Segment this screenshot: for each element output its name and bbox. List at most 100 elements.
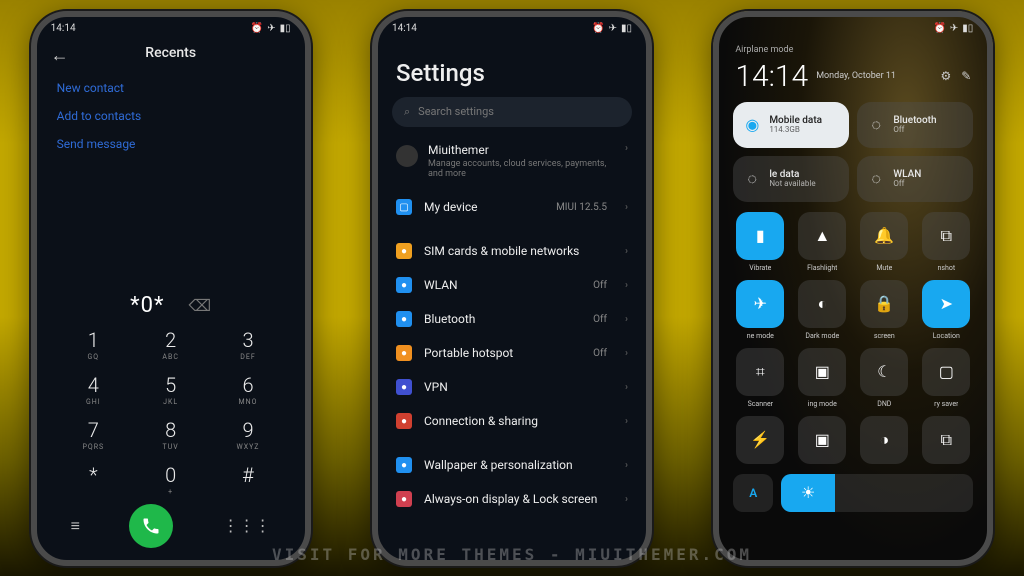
settings-row[interactable]: ●BluetoothOff› [378,302,646,336]
wallpaper-icon: ● [396,457,412,473]
gear-icon[interactable]: ⚙ [940,69,951,83]
my-device-row[interactable]: ▢ My device MIUI 12.5.5 › [378,190,646,224]
dnd-icon: ☾ [860,348,908,396]
dialkey-0[interactable]: 0+ [132,463,209,496]
hotspot-icon: ● [396,345,412,361]
settings-row[interactable]: ●Wallpaper & personalization› [378,448,646,482]
dialed-number: *0* [130,293,164,318]
extra-float-icon[interactable]: ⧉ [919,416,973,464]
dialkey-2[interactable]: 2ABC [132,328,209,361]
alarm-icon: ⏰ [592,23,604,34]
quick-lock-icon[interactable]: 🔒screen [857,280,911,340]
quick-mute-icon[interactable]: 🔔Mute [857,212,911,272]
row-label: WLAN [424,278,581,292]
alarm-icon: ⏰ [251,23,263,34]
settings-row[interactable]: ●SIM cards & mobile networks› [378,234,646,268]
statusbar: 14:14 ⏰ ✈ ▮▯ [37,17,305,41]
backspace-icon[interactable]: ⌫ [189,296,212,315]
power-icon: ⚡ [736,416,784,464]
menu-icon[interactable]: ≡ [71,516,80,536]
airplane-icon: ✈ [267,23,275,34]
call-button[interactable] [129,504,173,548]
tile-mobile-data[interactable]: ◉Mobile data114.3GB [733,102,849,148]
darkmode-icon: ◐ [798,280,846,328]
tile-wlan[interactable]: ◌WLANOff [857,156,973,202]
quick-vibrate-icon[interactable]: ▮Vibrate [733,212,787,272]
status-time: 14:14 [392,23,417,34]
connection-icon: ● [396,413,412,429]
quick-reading-icon[interactable]: ▣ing mode [795,348,849,408]
account-name: Miuithemer [428,143,608,157]
extra-tiles: ⚡▣◑⧉ [719,408,987,464]
vpn-icon: ● [396,379,412,395]
dialkey-3[interactable]: 3DEF [209,328,286,361]
quick-flashlight-icon[interactable]: ▲Flashlight [795,212,849,272]
quick-scanner-icon[interactable]: ⌗Scanner [733,348,787,408]
tile-le-data[interactable]: ◌le dataNot available [733,156,849,202]
data-icon: ◌ [743,170,761,188]
chevron-right-icon: › [625,494,628,505]
screenshot-icon: ⧉ [922,212,970,260]
bluetooth-icon: ● [396,311,412,327]
chevron-right-icon: › [625,460,628,471]
settings-row[interactable]: ●Always-on display & Lock screen› [378,482,646,516]
row-value: Off [593,314,607,325]
settings-row[interactable]: ●VPN› [378,370,646,404]
phone-control-center: ⏰ ✈ ▮▯ Airplane mode 14:14 Monday, Octob… [713,11,993,566]
account-row[interactable]: Miuithemer Manage accounts, cloud servic… [378,137,646,191]
status-icons: ⏰ ✈ ▮▯ [933,23,973,34]
auto-brightness-button[interactable]: A [733,474,773,512]
scanner-icon: ⌗ [736,348,784,396]
dialkey-1[interactable]: 1GQ [55,328,132,361]
row-label: SIM cards & mobile networks [424,244,613,258]
quick-airplane-icon[interactable]: ✈ne mode [733,280,787,340]
page-title: Recents [37,41,305,61]
battery-icon: ▢ [922,348,970,396]
extra-invert-icon[interactable]: ◑ [857,416,911,464]
aod-icon: ● [396,491,412,507]
dialkey-4[interactable]: 4GHI [55,373,132,406]
settings-row[interactable]: ●WLANOff› [378,268,646,302]
status-icons: ⏰ ✈ ▮▯ [251,23,291,34]
quick-darkmode-icon[interactable]: ◐Dark mode [795,280,849,340]
dialkey-7[interactable]: 7PQRS [55,418,132,451]
quick-tiles: ▮Vibrate▲Flashlight🔔Mute⧉nshot ✈ne mode◐D… [719,202,987,408]
row-label: Connection & sharing [424,414,613,428]
row-label: My device [424,200,544,214]
alarm-icon: ⏰ [933,23,945,34]
airplane-icon: ✈ [736,280,784,328]
tile-bluetooth[interactable]: ◌BluetoothOff [857,102,973,148]
extra-cast-icon[interactable]: ▣ [795,416,849,464]
status-icons: ⏰ ✈ ▮▯ [592,23,632,34]
dialkey-#[interactable]: # [209,463,286,496]
search-input[interactable]: ⌕ Search settings [392,97,632,127]
settings-row[interactable]: ●Connection & sharing› [378,404,646,438]
brightness-slider[interactable]: ☀ [781,474,973,512]
phone-settings: 14:14 ⏰ ✈ ▮▯ Settings ⌕ Search settings … [372,11,652,566]
row-value: Off [593,280,607,291]
search-placeholder: Search settings [418,105,494,118]
add-to-contacts-link[interactable]: Add to contacts [57,109,285,123]
quick-location-icon[interactable]: ➤Location [919,280,973,340]
edit-icon[interactable]: ✎ [961,69,971,83]
chevron-right-icon: › [625,246,628,257]
extra-power-icon[interactable]: ⚡ [733,416,787,464]
dialkey-9[interactable]: 9WXYZ [209,418,286,451]
phone-icon [141,516,161,536]
dialpad-toggle-icon[interactable]: ⋮⋮⋮ [223,516,271,535]
avatar [396,145,418,167]
dialkey-8[interactable]: 8TUV [132,418,209,451]
new-contact-link[interactable]: New contact [57,81,285,95]
dialkey-5[interactable]: 5JKL [132,373,209,406]
settings-row[interactable]: ●Portable hotspotOff› [378,336,646,370]
quick-battery-icon[interactable]: ▢ry saver [919,348,973,408]
dialkey-*[interactable]: * [55,463,132,496]
quick-dnd-icon[interactable]: ☾DND [857,348,911,408]
dialkey-6[interactable]: 6MNO [209,373,286,406]
send-message-link[interactable]: Send message [57,137,285,151]
chevron-right-icon: › [625,348,628,359]
float-icon: ⧉ [922,416,970,464]
quick-screenshot-icon[interactable]: ⧉nshot [919,212,973,272]
airplane-icon: ✈ [609,23,617,34]
back-icon[interactable]: ← [51,45,69,66]
